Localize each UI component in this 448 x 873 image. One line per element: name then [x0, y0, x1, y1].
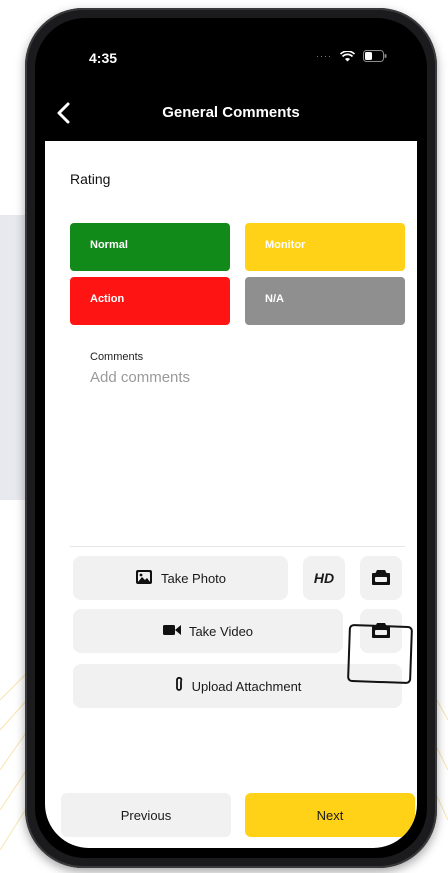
comments-label: Comments — [90, 351, 144, 363]
rating-monitor-button[interactable]: Monitor — [245, 223, 405, 271]
page-title: General Comments — [162, 104, 300, 121]
annotation-highlight — [347, 623, 413, 685]
next-button[interactable]: Next — [245, 793, 415, 837]
signal-icon: ···· — [316, 51, 332, 61]
video-camera-icon — [162, 624, 181, 639]
take-video-button[interactable]: Take Video — [73, 609, 343, 653]
rating-label: Rating — [70, 171, 111, 187]
nav-bar: General Comments — [45, 86, 417, 140]
comments-input[interactable]: Add comments — [90, 369, 390, 539]
upload-attachment-label: Upload Attachment — [191, 678, 302, 694]
photo-icon — [135, 569, 153, 588]
content-area: Rating Normal Monitor Action N/A Comment… — [45, 141, 417, 848]
take-photo-button[interactable]: Take Photo — [73, 556, 288, 600]
status-bar: 4:35 ···· — [45, 28, 417, 84]
take-photo-label: Take Photo — [160, 570, 227, 586]
status-time: 4:35 — [89, 50, 118, 66]
hd-label: HD — [313, 570, 335, 586]
divider — [70, 546, 405, 547]
phone-frame: 4:35 ···· General Comments Rating Normal… — [25, 8, 437, 868]
status-icons: ···· — [316, 50, 387, 62]
take-video-label: Take Video — [188, 623, 254, 639]
camera-switch-icon — [371, 568, 391, 589]
rating-na-button[interactable]: N/A — [245, 277, 405, 325]
hd-toggle-button[interactable]: HD — [303, 556, 345, 600]
battery-icon — [363, 50, 387, 62]
rating-normal-button[interactable]: Normal — [70, 223, 230, 271]
wifi-icon — [340, 50, 355, 62]
paperclip-icon — [174, 676, 184, 696]
previous-button[interactable]: Previous — [61, 793, 231, 837]
rating-action-button[interactable]: Action — [70, 277, 230, 325]
phone-screen: 4:35 ···· General Comments Rating Normal… — [45, 28, 417, 848]
camera-switch-button[interactable] — [360, 556, 402, 600]
